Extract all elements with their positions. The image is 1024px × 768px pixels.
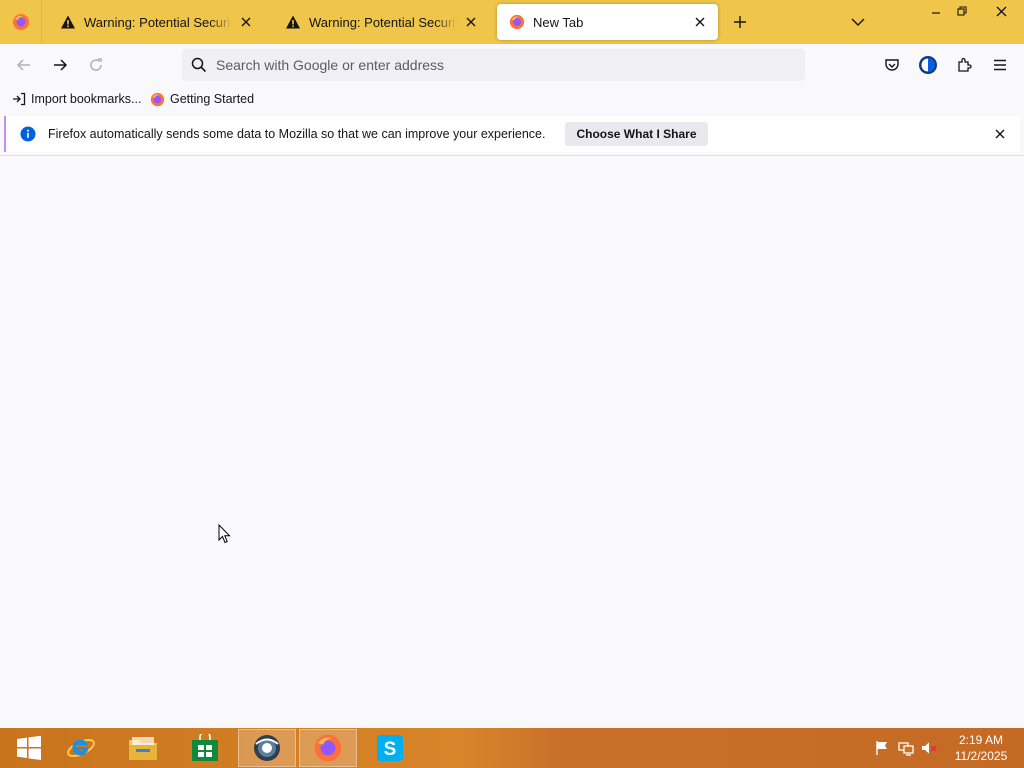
reload-icon xyxy=(90,58,102,71)
window-minimize-button[interactable] xyxy=(924,0,948,22)
hamburger-menu-icon xyxy=(994,59,1006,71)
forward-button[interactable] xyxy=(48,53,72,77)
window-close-button[interactable] xyxy=(978,0,1024,22)
tab-security-warning-2[interactable]: Warning: Potential Security Risk Ahead xyxy=(273,4,489,40)
page-content[interactable] xyxy=(0,156,1024,728)
minimize-icon xyxy=(932,12,940,14)
warning-icon xyxy=(286,15,300,29)
taskbar-settings-app[interactable] xyxy=(238,729,296,767)
close-icon xyxy=(996,6,1006,16)
puzzle-icon xyxy=(958,57,972,72)
pocket-button[interactable] xyxy=(880,53,904,77)
plus-icon xyxy=(734,16,746,28)
volume-muted-icon xyxy=(922,742,937,754)
clock-time: 2:19 AM xyxy=(958,733,1004,747)
forward-arrow-icon xyxy=(54,59,68,71)
app-menu-button[interactable] xyxy=(988,53,1012,77)
tab-security-warning-1[interactable]: Warning: Potential Security Risk Ahead xyxy=(48,4,264,40)
close-icon xyxy=(466,17,476,27)
windows-taskbar: S 2:19 AM 11/2/2025 xyxy=(0,728,1024,768)
notification-text: Firefox automatically sends some data to… xyxy=(48,127,546,141)
volume-tray[interactable] xyxy=(921,740,937,756)
data-collection-notification: Firefox automatically sends some data to… xyxy=(4,116,1020,152)
start-icon xyxy=(17,735,41,760)
list-all-tabs-button[interactable] xyxy=(846,10,870,34)
warning-icon xyxy=(61,15,75,29)
mouse-cursor-icon xyxy=(218,524,231,544)
internet-explorer-icon xyxy=(67,738,95,758)
firefox-icon xyxy=(509,14,525,30)
tab-title: Warning: Potential Security Risk Ahead xyxy=(84,14,232,30)
close-icon xyxy=(995,129,1005,139)
chevron-down-icon xyxy=(851,18,865,26)
skype-icon: S xyxy=(377,735,403,761)
tab-title: New Tab xyxy=(533,14,584,30)
restore-icon xyxy=(957,6,967,16)
back-arrow-icon xyxy=(16,59,30,71)
firefox-icon xyxy=(12,14,29,30)
new-tab-button[interactable] xyxy=(728,10,752,34)
clock-date: 11/2/2025 xyxy=(954,749,1008,763)
network-icon xyxy=(898,742,914,756)
window-restore-button[interactable] xyxy=(950,0,974,22)
start-button[interactable] xyxy=(0,729,58,767)
account-avatar-icon xyxy=(919,56,937,74)
tab-title: Warning: Potential Security Risk Ahead xyxy=(309,14,457,30)
firefox-view-button[interactable] xyxy=(0,0,42,44)
search-input[interactable] xyxy=(216,57,776,73)
settings-app-icon xyxy=(254,735,280,761)
firefox-icon xyxy=(314,734,342,762)
bookmark-import[interactable]: Import bookmarks... xyxy=(12,90,141,108)
file-explorer-icon xyxy=(129,737,157,760)
system-clock[interactable]: 2:19 AM 11/2/2025 xyxy=(948,732,1014,764)
network-tray[interactable] xyxy=(898,740,914,756)
close-icon xyxy=(695,17,705,27)
flag-icon xyxy=(876,741,887,755)
pocket-icon xyxy=(885,59,899,71)
import-icon xyxy=(13,92,26,106)
action-center-tray[interactable] xyxy=(874,740,890,756)
firefox-icon xyxy=(150,92,165,106)
taskbar-store[interactable] xyxy=(176,729,234,767)
taskbar-internet-explorer[interactable] xyxy=(52,729,110,767)
tab-close-button[interactable] xyxy=(238,14,254,30)
tab-strip: Warning: Potential Security Risk Ahead W… xyxy=(0,0,1024,44)
extensions-button[interactable] xyxy=(952,53,976,77)
taskbar-firefox[interactable] xyxy=(299,729,357,767)
account-button[interactable] xyxy=(916,53,940,77)
info-icon xyxy=(20,126,36,142)
address-bar[interactable] xyxy=(182,49,805,81)
close-icon xyxy=(241,17,251,27)
back-button[interactable] xyxy=(12,53,36,77)
taskbar-skype[interactable]: S xyxy=(361,729,419,767)
store-icon xyxy=(192,734,218,761)
bookmark-label: Import bookmarks... xyxy=(31,92,142,106)
reload-button[interactable] xyxy=(84,53,108,77)
bookmark-label: Getting Started xyxy=(170,92,255,106)
tab-close-button[interactable] xyxy=(463,14,479,30)
taskbar-file-explorer[interactable] xyxy=(114,729,172,767)
tab-close-button[interactable] xyxy=(692,14,708,30)
tab-new-tab[interactable]: New Tab xyxy=(497,4,718,40)
notification-close-button[interactable] xyxy=(992,126,1008,142)
choose-what-i-share-button[interactable]: Choose What I Share xyxy=(565,122,708,146)
search-icon xyxy=(191,57,207,73)
bookmark-getting-started[interactable]: Getting Started xyxy=(150,90,254,108)
bookmarks-toolbar: Import bookmarks... Getting Started xyxy=(0,86,1024,112)
svg-text:S: S xyxy=(384,739,397,760)
navigation-toolbar xyxy=(0,44,1024,86)
